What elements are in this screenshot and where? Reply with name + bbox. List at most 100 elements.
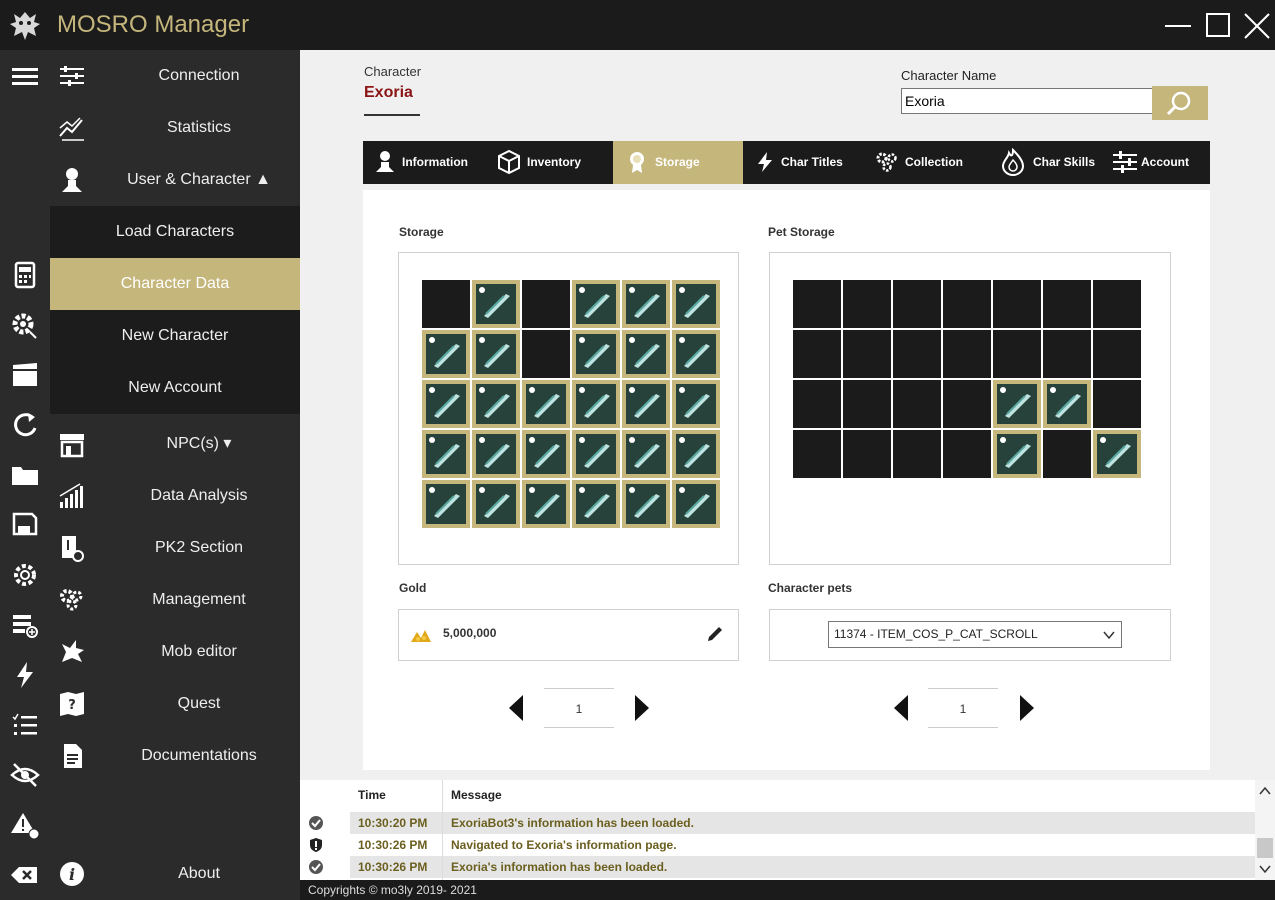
pet-storage-empty-slot[interactable] bbox=[1043, 330, 1091, 378]
pet-storage-empty-slot[interactable] bbox=[1093, 380, 1141, 428]
pet-storage-empty-slot[interactable] bbox=[943, 280, 991, 328]
clapperboard-icon[interactable] bbox=[8, 358, 42, 392]
refresh-icon[interactable] bbox=[8, 408, 42, 442]
nav-item-pk2-section[interactable]: PK2 Section bbox=[50, 522, 300, 574]
database-add-icon[interactable] bbox=[8, 608, 42, 642]
tab-account[interactable]: Account bbox=[1105, 141, 1210, 184]
pet-storage-empty-slot[interactable] bbox=[843, 330, 891, 378]
nav-item-new-character[interactable]: New Character bbox=[50, 310, 300, 362]
pet-storage-empty-slot[interactable] bbox=[1093, 330, 1141, 378]
search-button[interactable] bbox=[1152, 86, 1208, 120]
chevron-up-icon[interactable] bbox=[1259, 786, 1271, 796]
storage-item-slot[interactable] bbox=[672, 380, 720, 428]
tab-char-titles[interactable]: Char Titles bbox=[743, 141, 865, 184]
menu-icon[interactable] bbox=[8, 60, 42, 94]
storage-item-slot[interactable] bbox=[522, 480, 570, 528]
storage-item-slot[interactable] bbox=[622, 480, 670, 528]
eye-off-icon[interactable] bbox=[8, 758, 42, 792]
pet-storage-empty-slot[interactable] bbox=[993, 280, 1041, 328]
pet-storage-empty-slot[interactable] bbox=[893, 280, 941, 328]
list-icon[interactable] bbox=[8, 708, 42, 742]
pet-storage-empty-slot[interactable] bbox=[893, 330, 941, 378]
storage-item-slot[interactable] bbox=[472, 380, 520, 428]
tab-char-skills[interactable]: Char Skills bbox=[993, 141, 1105, 184]
storage-item-slot[interactable] bbox=[672, 480, 720, 528]
storage-page-number[interactable]: 1 bbox=[544, 688, 614, 728]
storage-item-slot[interactable] bbox=[672, 280, 720, 328]
storage-item-slot[interactable] bbox=[422, 430, 470, 478]
pet-storage-empty-slot[interactable] bbox=[1043, 280, 1091, 328]
nav-item-npcs[interactable]: NPC(s) ▾ bbox=[50, 418, 300, 470]
maximize-icon[interactable] bbox=[1203, 10, 1233, 40]
storage-item-slot[interactable] bbox=[422, 380, 470, 428]
lightning-icon[interactable] bbox=[8, 658, 42, 692]
storage-empty-slot[interactable] bbox=[522, 330, 570, 378]
save-icon[interactable] bbox=[8, 508, 42, 542]
pet-storage-empty-slot[interactable] bbox=[793, 330, 841, 378]
pet-storage-empty-slot[interactable] bbox=[943, 430, 991, 478]
nav-item-load-characters[interactable]: Load Characters bbox=[50, 206, 300, 258]
tab-storage[interactable]: Storage bbox=[613, 141, 743, 184]
pet-storage-empty-slot[interactable] bbox=[843, 430, 891, 478]
pet-storage-empty-slot[interactable] bbox=[1093, 280, 1141, 328]
folder-icon[interactable] bbox=[8, 458, 42, 492]
storage-item-slot[interactable] bbox=[522, 380, 570, 428]
pet-storage-empty-slot[interactable] bbox=[943, 380, 991, 428]
pet-storage-empty-slot[interactable] bbox=[893, 380, 941, 428]
calculator-icon[interactable] bbox=[8, 258, 42, 292]
pet-storage-empty-slot[interactable] bbox=[843, 280, 891, 328]
storage-next-page-icon[interactable] bbox=[635, 695, 649, 721]
pet-storage-item-slot[interactable] bbox=[1093, 430, 1141, 478]
nav-item-user-character[interactable]: User & Character ▲ bbox=[50, 154, 300, 206]
storage-item-slot[interactable] bbox=[572, 280, 620, 328]
nav-item-mob-editor[interactable]: Mob editor bbox=[50, 626, 300, 678]
pet-storage-empty-slot[interactable] bbox=[993, 330, 1041, 378]
pet-storage-empty-slot[interactable] bbox=[793, 280, 841, 328]
storage-item-slot[interactable] bbox=[472, 280, 520, 328]
storage-item-slot[interactable] bbox=[422, 480, 470, 528]
storage-item-slot[interactable] bbox=[622, 380, 670, 428]
warning-icon[interactable] bbox=[8, 808, 42, 842]
pet-storage-item-slot[interactable] bbox=[1043, 380, 1091, 428]
storage-item-slot[interactable] bbox=[672, 430, 720, 478]
storage-item-slot[interactable] bbox=[622, 330, 670, 378]
backspace-icon[interactable] bbox=[8, 858, 42, 892]
pet-storage-empty-slot[interactable] bbox=[843, 380, 891, 428]
storage-item-slot[interactable] bbox=[572, 380, 620, 428]
storage-item-slot[interactable] bbox=[422, 330, 470, 378]
tab-collection[interactable]: Collection bbox=[865, 141, 993, 184]
pet-storage-item-slot[interactable] bbox=[993, 380, 1041, 428]
nav-item-about[interactable]: i About bbox=[50, 848, 300, 900]
nav-item-quest[interactable]: ? Quest bbox=[50, 678, 300, 730]
storage-item-slot[interactable] bbox=[522, 430, 570, 478]
pet-storage-empty-slot[interactable] bbox=[943, 330, 991, 378]
pet-storage-empty-slot[interactable] bbox=[893, 430, 941, 478]
tab-inventory[interactable]: Inventory bbox=[483, 141, 613, 184]
storage-item-slot[interactable] bbox=[622, 280, 670, 328]
pencil-icon[interactable] bbox=[705, 624, 725, 644]
character-name-input[interactable] bbox=[901, 88, 1153, 114]
log-scrollbar[interactable] bbox=[1255, 780, 1275, 880]
tab-information[interactable]: Information bbox=[363, 141, 483, 184]
nav-item-management[interactable]: Management bbox=[50, 574, 300, 626]
pet-storage-item-slot[interactable] bbox=[993, 430, 1041, 478]
pet-page-number[interactable]: 1 bbox=[928, 688, 998, 728]
storage-item-slot[interactable] bbox=[622, 430, 670, 478]
pet-storage-empty-slot[interactable] bbox=[793, 430, 841, 478]
storage-item-slot[interactable] bbox=[472, 430, 520, 478]
nav-item-documentations[interactable]: Documentations bbox=[50, 730, 300, 782]
nav-item-new-account[interactable]: New Account bbox=[50, 362, 300, 414]
chevron-down-icon[interactable] bbox=[1259, 864, 1271, 874]
pet-storage-empty-slot[interactable] bbox=[1043, 430, 1091, 478]
storage-item-slot[interactable] bbox=[472, 330, 520, 378]
nav-item-statistics[interactable]: Statistics bbox=[50, 102, 300, 154]
nav-item-data-analysis[interactable]: Data Analysis bbox=[50, 470, 300, 522]
storage-item-slot[interactable] bbox=[572, 480, 620, 528]
storage-empty-slot[interactable] bbox=[522, 280, 570, 328]
pet-select[interactable]: 11374 - ITEM_COS_P_CAT_SCROLL bbox=[828, 621, 1122, 648]
close-icon[interactable] bbox=[1241, 10, 1271, 40]
gear-icon[interactable] bbox=[8, 308, 42, 342]
minimize-icon[interactable] bbox=[1163, 10, 1193, 40]
storage-item-slot[interactable] bbox=[472, 480, 520, 528]
settings-icon[interactable] bbox=[8, 558, 42, 592]
